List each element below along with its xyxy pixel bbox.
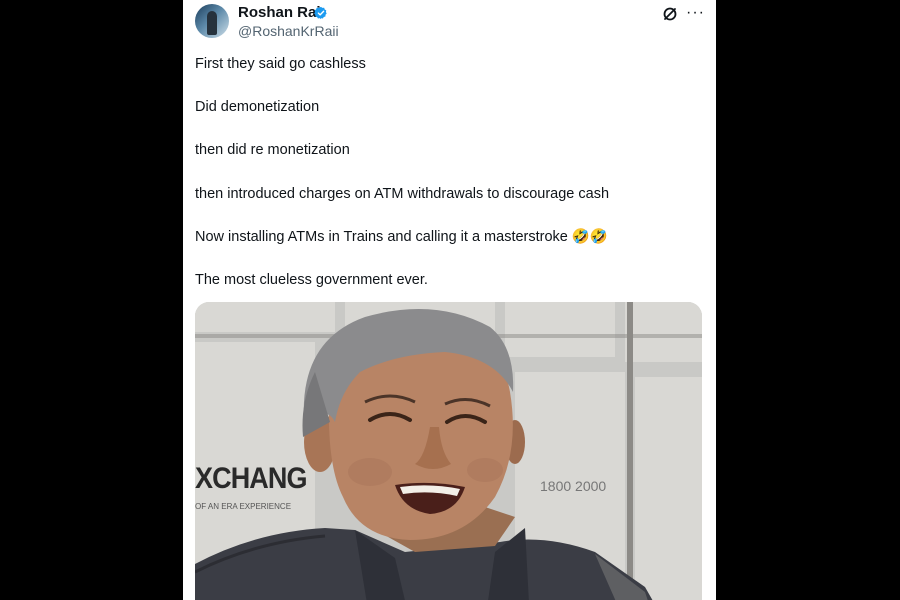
tweet-card: Roshan Rai @RoshanKrRaii ··· First they … [183, 0, 716, 600]
more-options-icon[interactable]: ··· [686, 5, 705, 21]
author-name[interactable]: Roshan Rai [238, 4, 321, 22]
tweet-media-photo[interactable]: XCHANG OF AN ERA EXPERIENCE 1800 2000 [195, 302, 702, 600]
tweet-text-line-2: Did demonetization [195, 99, 320, 115]
avatar-silhouette [207, 11, 217, 35]
grok-icon[interactable] [662, 6, 678, 22]
tweet-text-line-6: The most clueless government ever. [195, 272, 428, 288]
author-handle[interactable]: @RoshanKrRaii [238, 23, 339, 40]
tweet-text-line-3: then did re monetization [195, 142, 350, 158]
verified-badge-icon [314, 6, 327, 20]
laughing-man-illustration [195, 309, 653, 600]
avatar[interactable] [195, 4, 229, 38]
tweet-text-line-4: then introduced charges on ATM withdrawa… [195, 186, 610, 202]
tweet-text-line-5: Now installing ATMs in Trains and callin… [195, 229, 608, 245]
tweet-text-line-1: First they said go cashless [195, 56, 366, 72]
